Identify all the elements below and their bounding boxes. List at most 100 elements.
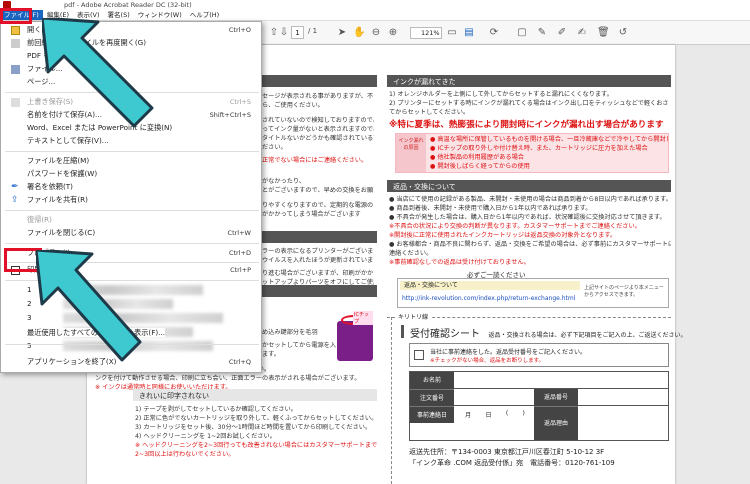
menu-item-shortcut: Ctrl+P: [230, 266, 251, 274]
return-address-2: 「インク革命 .COM 返品受付係」宛 電話番号：0120-761-109: [409, 459, 615, 467]
receipt-checkbox[interactable]: [414, 350, 424, 360]
arrow-to-print-icon: [36, 250, 142, 362]
stamp-icon[interactable]: ✍: [576, 27, 588, 39]
page-number-input[interactable]: 1: [291, 26, 304, 39]
menu-separator: [5, 210, 259, 211]
sign-request-icon: ✒: [11, 182, 19, 192]
menu-separator: [5, 243, 259, 244]
left-line: ら、ご使用ください。: [262, 102, 324, 109]
menu-help[interactable]: ヘルプ(H): [186, 10, 223, 20]
return-header: 返品・交換について: [387, 180, 671, 192]
form-field-name[interactable]: [454, 372, 668, 389]
left-line: セージが表示される事がありますが、不良で: [262, 93, 374, 100]
leak-cause-box: インク漏れの原因 ● 高温な場所に保管しているものを開ける場合、一旦冷蔵庫などで…: [395, 133, 669, 173]
return-line: 連絡ください。: [389, 250, 433, 257]
clean-line: ※ ヘッドクリーニングを2~3回行っても改善されない場合にはカスタマーサポートま…: [135, 442, 377, 449]
form-field-reason[interactable]: [580, 410, 666, 434]
leak-cause-list: ● 高温な場所に保管しているものを開ける場合、一旦冷蔵庫などで冷やしてから開封し…: [430, 135, 668, 171]
form-field-date[interactable]: 月 日 ( ): [458, 410, 532, 419]
zoom-out-icon[interactable]: ⊖: [370, 27, 382, 39]
left-line: されていないので検知しておりますので、カートリッジ内: [262, 117, 374, 124]
menu-item-share[interactable]: ⇪ ファイルを共有(R): [1, 194, 261, 206]
left-line: がかかってしまう場合がございます: [262, 211, 361, 218]
menu-item-shortcut: Ctrl+S: [229, 98, 251, 106]
return-link-box: 返品・交換について http://ink-revolution.com/inde…: [397, 278, 669, 308]
left-text-block-3: め込み鍵部分を毛羽 かセットしてから電源を入 ます。: [262, 328, 340, 359]
left-line: め込み鍵部分を毛羽: [262, 329, 318, 336]
left-line: り進む場合がございますが、印刷がかかる場合はそ: [262, 270, 374, 277]
menu-item-label: 署名を依頼(T): [27, 182, 73, 191]
hand-tool-icon[interactable]: ✋: [353, 27, 365, 39]
ink-cartridge-image: ICチップ: [337, 311, 373, 361]
return-address: 返送先住所：〒134-0003 東京都江戸川区春江町 5-10-12 3F: [409, 448, 605, 456]
draw-icon[interactable]: ✐: [556, 27, 568, 39]
ink-leak-header: インクが漏れてきた: [387, 75, 671, 87]
zoom-select[interactable]: 121%: [410, 27, 442, 39]
page-down-icon[interactable]: ⇩: [278, 27, 290, 39]
return-line: ※事前確認なしでの返品は受け付けておりません。: [389, 259, 530, 266]
menu-item-compress[interactable]: ファイルを圧縮(M): [1, 155, 261, 167]
leak-cause-label: インク漏れの原因: [396, 134, 426, 172]
menu-item-save-text[interactable]: テキストとして保存(V)...: [1, 135, 261, 147]
form-label-order: 注文番号: [410, 389, 454, 406]
file-menu-highlight-box: [0, 8, 32, 24]
menu-item-close[interactable]: ファイルを閉じる(C) Ctrl+W: [1, 227, 261, 239]
view-mode-icon[interactable]: ▤: [463, 27, 475, 39]
ink-line: 1) オレンジホルダーを上側にして外してからセットすると漏れにくくなります。: [389, 91, 613, 98]
return-line: ● 商品到着後、未開封・未使用で購入日から1年以内であれば承ります。: [389, 205, 592, 212]
left-line: ンクを付けて動作させる場合、印刷に立ち会い、正面エラーの表示がされる場合がござい…: [95, 375, 361, 382]
clean-line: 2~3回以上は行わないでください。: [135, 451, 235, 458]
menu-item-shortcut: Ctrl+W: [227, 229, 251, 237]
zoom-in-icon[interactable]: ⊕: [387, 27, 399, 39]
menu-item-shortcut: Shift+Ctrl+S: [209, 111, 251, 119]
delete-icon[interactable]: 🗑: [597, 27, 610, 39]
form-label-return-no: 返品番号: [534, 389, 578, 406]
return-url-link[interactable]: http://ink-revolution.com/index.php/retu…: [402, 295, 575, 302]
select-cursor-icon[interactable]: ➤: [336, 27, 348, 39]
clean-line: 2) 正常に色がでないカートリッジを取り外して、軽くふってからセットしてください…: [135, 415, 377, 422]
leak-cause-item: ● 高温な場所に保管しているものを開ける場合、一旦冷蔵庫などで冷やしてから開封し…: [430, 136, 668, 143]
form-field-order[interactable]: [454, 389, 534, 406]
form-label-date: 事前連絡日: [410, 406, 454, 423]
undo-icon[interactable]: ↺: [617, 27, 629, 39]
recent-file-number: 3: [27, 313, 32, 322]
left-line: タイトルないかどうかも確認されている可能性もあるので: [262, 135, 374, 142]
menu-item-password[interactable]: パスワードを保護(W): [1, 168, 261, 180]
cut-line-vertical: [391, 317, 392, 484]
summer-warning: ※特に夏季は、熱膨張により開封時にインクが漏れ出す場合があります: [389, 120, 664, 130]
ink-line: 2) プリンターにセットする時にインクが漏れてくる場合はインク出し口をティッシュ…: [389, 100, 669, 107]
recent-file-number: 2: [27, 299, 32, 308]
left-line: とがございますので、早めの交換をお願: [262, 187, 374, 194]
left-line: ださい。: [262, 144, 287, 151]
menu-item-request-sign[interactable]: ✒ 署名を依頼(T): [1, 181, 261, 193]
clean-header: きれいに印字されない: [133, 389, 377, 401]
leak-cause-item: ● ICチップの取り外しや付け替え時、また、カートリッジに圧力を加えた場合: [430, 145, 648, 152]
receipt-check-note: ※チェックがない場合、返品をお断りします。: [430, 358, 545, 364]
return-line: ※不具合の状況により交換の判断が異なります。カスタマーサポートまでご連絡ください…: [389, 223, 641, 230]
rotate-icon[interactable]: ⟳: [488, 27, 500, 39]
form-field-return-no[interactable]: [578, 389, 668, 406]
fit-page-icon[interactable]: ▭: [446, 27, 458, 39]
receipt-subtitle: 返品・交換される場合は、必ず下記項目をご記入の上、ご返送ください。: [488, 332, 687, 339]
return-policy: ● 当店にて使用の記録がある製品、未開封・未使用の場合は商品到着から8日以内であ…: [389, 195, 671, 267]
cut-line-label: キリトリ線: [395, 312, 432, 321]
return-line: ● 当店にて使用の記録がある製品、未開封・未使用の場合は商品到着から8日以内であ…: [389, 196, 671, 203]
recent-file-number: 1: [27, 285, 32, 294]
folder-icon: [11, 26, 20, 35]
reopen-icon: [11, 39, 20, 48]
left-line: りやすくなりますので、定期的な電源の: [262, 202, 374, 209]
left-line: がなかったり、: [262, 178, 306, 185]
receipt-title-row: 受付確認シート 返品・交換される場合は、必ず下記項目をご記入の上、ご返送ください…: [401, 325, 687, 340]
share-icon: ⇪: [11, 195, 19, 205]
return-line: ● 不具合が発生した場合は、購入日から1年以内であれば、状況確認後に交換対応させ…: [389, 214, 666, 221]
left-line: ラーの表示になるプリンターがございます。: [262, 248, 374, 255]
highlight-pen-icon[interactable]: ✎: [536, 27, 548, 39]
comment-icon[interactable]: ▢: [516, 27, 528, 39]
receipt-form: お名前 注文番号 返品番号 事前連絡日 月 日 ( ) 返品理由: [409, 371, 669, 441]
save-icon: [11, 98, 20, 107]
page-total: / 1: [308, 27, 318, 35]
return-line: ● お客様都合・商品不良に関わらず、返品・交換をご希望の場合は、必ず事前にカスタ…: [389, 241, 671, 248]
return-line: ※開封後に正常に使用されたインクカートリッジは返品交換の対象外となります。: [389, 232, 617, 239]
menu-item-label: テキストとして保存(V)...: [27, 136, 109, 145]
left-line: かセットしてから電源を入: [262, 342, 337, 349]
